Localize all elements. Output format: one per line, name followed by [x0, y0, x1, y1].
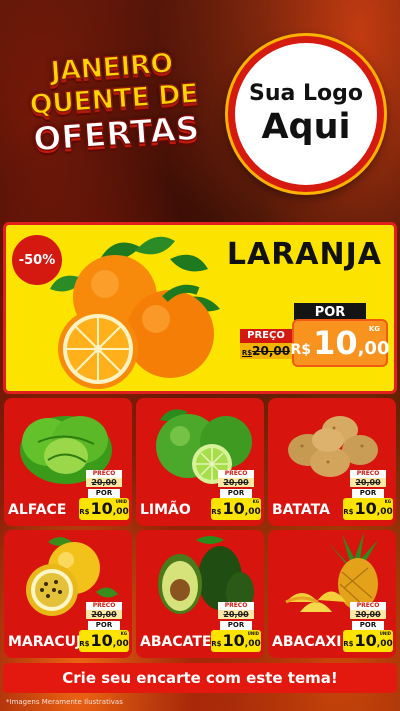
new-price-label: POR: [88, 621, 120, 630]
featured-currency: R$: [290, 342, 312, 358]
price-tag: PRECO 20,00 POR KG R$ 10 ,00: [343, 470, 393, 522]
currency: R$: [343, 508, 354, 516]
unit-label: UNID: [115, 499, 127, 504]
price-tag: PRECO 20,00 POR KG R$ 10 ,00: [79, 602, 129, 654]
price-decimal: ,00: [112, 507, 129, 517]
product-card-abacaxi[interactable]: ABACAXI PRECO 20,00 POR UNID R$ 10 ,00: [268, 530, 396, 658]
discount-badge: -50%: [12, 235, 62, 285]
price-integer: 10: [222, 631, 245, 650]
product-name: ABACAXI: [272, 634, 342, 650]
new-price: KG R$ 10 ,00: [79, 630, 129, 652]
old-price-value: 20,00: [218, 478, 254, 487]
currency: R$: [211, 508, 222, 516]
unit-label: KG: [252, 499, 259, 504]
price-decimal: ,00: [376, 639, 393, 649]
price-decimal: ,00: [244, 507, 261, 517]
new-price-label: POR: [220, 489, 252, 498]
featured-product-name: LARANJA: [226, 237, 382, 272]
new-price: KG R$ 10 ,00: [211, 498, 261, 520]
disclaimer: *Imagens Meramente Ilustrativas: [6, 698, 123, 706]
currency: R$: [211, 640, 222, 648]
old-price-value: 20,00: [86, 610, 122, 619]
old-price-label: PRECO: [218, 602, 254, 610]
old-price-label: PRECO: [350, 602, 386, 610]
unit-label: UNID: [379, 631, 391, 636]
featured-price-integer: 10: [313, 324, 358, 362]
old-price-label: PRECO: [350, 470, 386, 478]
featured-old-price-label: PREÇO: [240, 329, 292, 343]
product-card-alface[interactable]: ALFACE PRECO 20,00 POR UNID R$ 10 ,00: [4, 398, 132, 526]
price-integer: 10: [354, 499, 377, 518]
new-price-label: POR: [220, 621, 252, 630]
unit-label: UNID: [247, 631, 259, 636]
logo-line-2: Aqui: [261, 107, 351, 147]
new-price: UNID R$ 10 ,00: [79, 498, 129, 520]
old-price-label: PRECO: [218, 470, 254, 478]
old-price-value: 20,00: [218, 610, 254, 619]
old-price-label: PRECO: [86, 470, 122, 478]
price-integer: 10: [354, 631, 377, 650]
product-name: ABACATE: [140, 634, 212, 650]
product-name: BATATA: [272, 502, 330, 518]
currency: R$: [79, 508, 90, 516]
unit-label: KG: [120, 631, 127, 636]
price-tag: PRECO 20,00 POR UNID R$ 10 ,00: [211, 602, 261, 654]
price-decimal: ,00: [112, 639, 129, 649]
product-name: ALFACE: [8, 502, 67, 518]
currency: R$: [79, 640, 90, 648]
price-decimal: ,00: [376, 507, 393, 517]
currency: R$: [343, 640, 354, 648]
old-price-label: PRECO: [86, 602, 122, 610]
product-card-limao[interactable]: LIMÃO PRECO 20,00 POR KG R$ 10 ,00: [136, 398, 264, 526]
price-tag: PRECO 20,00 POR UNID R$ 10 ,00: [79, 470, 129, 522]
unit-label: KG: [384, 499, 391, 504]
featured-new-price: KG R$ 10 ,00: [290, 319, 390, 367]
new-price: UNID R$ 10 ,00: [343, 630, 393, 652]
campaign-title: JANEIRO QUENTE DE OFERTAS: [11, 45, 217, 159]
featured-old-price: PREÇO R$20,00: [240, 329, 292, 359]
logo-line-1: Sua Logo: [248, 81, 363, 106]
price-tag: PRECO 20,00 POR KG R$ 10 ,00: [211, 470, 261, 522]
featured-product-card[interactable]: -50% LARANJA POR PREÇO R$20,00 KG R$ 10 …: [3, 222, 397, 394]
featured-price-decimal: ,00: [357, 338, 390, 359]
price-integer: 10: [222, 499, 245, 518]
featured-unit: KG: [368, 325, 380, 333]
new-price-label: POR: [352, 489, 384, 498]
price-tag: PRECO 20,00 POR UNID R$ 10 ,00: [343, 602, 393, 654]
product-name: LIMÃO: [140, 502, 191, 518]
product-card-batata[interactable]: BATATA PRECO 20,00 POR KG R$ 10 ,00: [268, 398, 396, 526]
old-price-value: 20,00: [350, 610, 386, 619]
logo-placeholder[interactable]: Sua Logo Aqui: [228, 36, 384, 192]
new-price-label: POR: [88, 489, 120, 498]
featured-price-tag: POR PREÇO R$20,00 KG R$ 10 ,00: [238, 303, 390, 373]
featured-old-price-value: R$20,00: [240, 343, 292, 359]
product-card-abacate[interactable]: ABACATE PRECO 20,00 POR UNID R$ 10 ,00: [136, 530, 264, 658]
new-price-label: POR: [352, 621, 384, 630]
flyer-page: JANEIRO QUENTE DE OFERTAS Sua Logo Aqui …: [0, 0, 400, 711]
price-decimal: ,00: [244, 639, 261, 649]
price-integer: 10: [90, 499, 113, 518]
title-line-3: OFERTAS: [31, 107, 201, 159]
product-card-maracuja[interactable]: MARACUJÁ PRECO 20,00 POR KG R$ 10 ,00: [4, 530, 132, 658]
new-price: UNID R$ 10 ,00: [211, 630, 261, 652]
old-price-value: 20,00: [350, 478, 386, 487]
old-price-value: 20,00: [86, 478, 122, 487]
create-flyer-button[interactable]: Crie seu encarte com este tema!: [3, 663, 397, 693]
new-price: KG R$ 10 ,00: [343, 498, 393, 520]
price-integer: 10: [90, 631, 113, 650]
